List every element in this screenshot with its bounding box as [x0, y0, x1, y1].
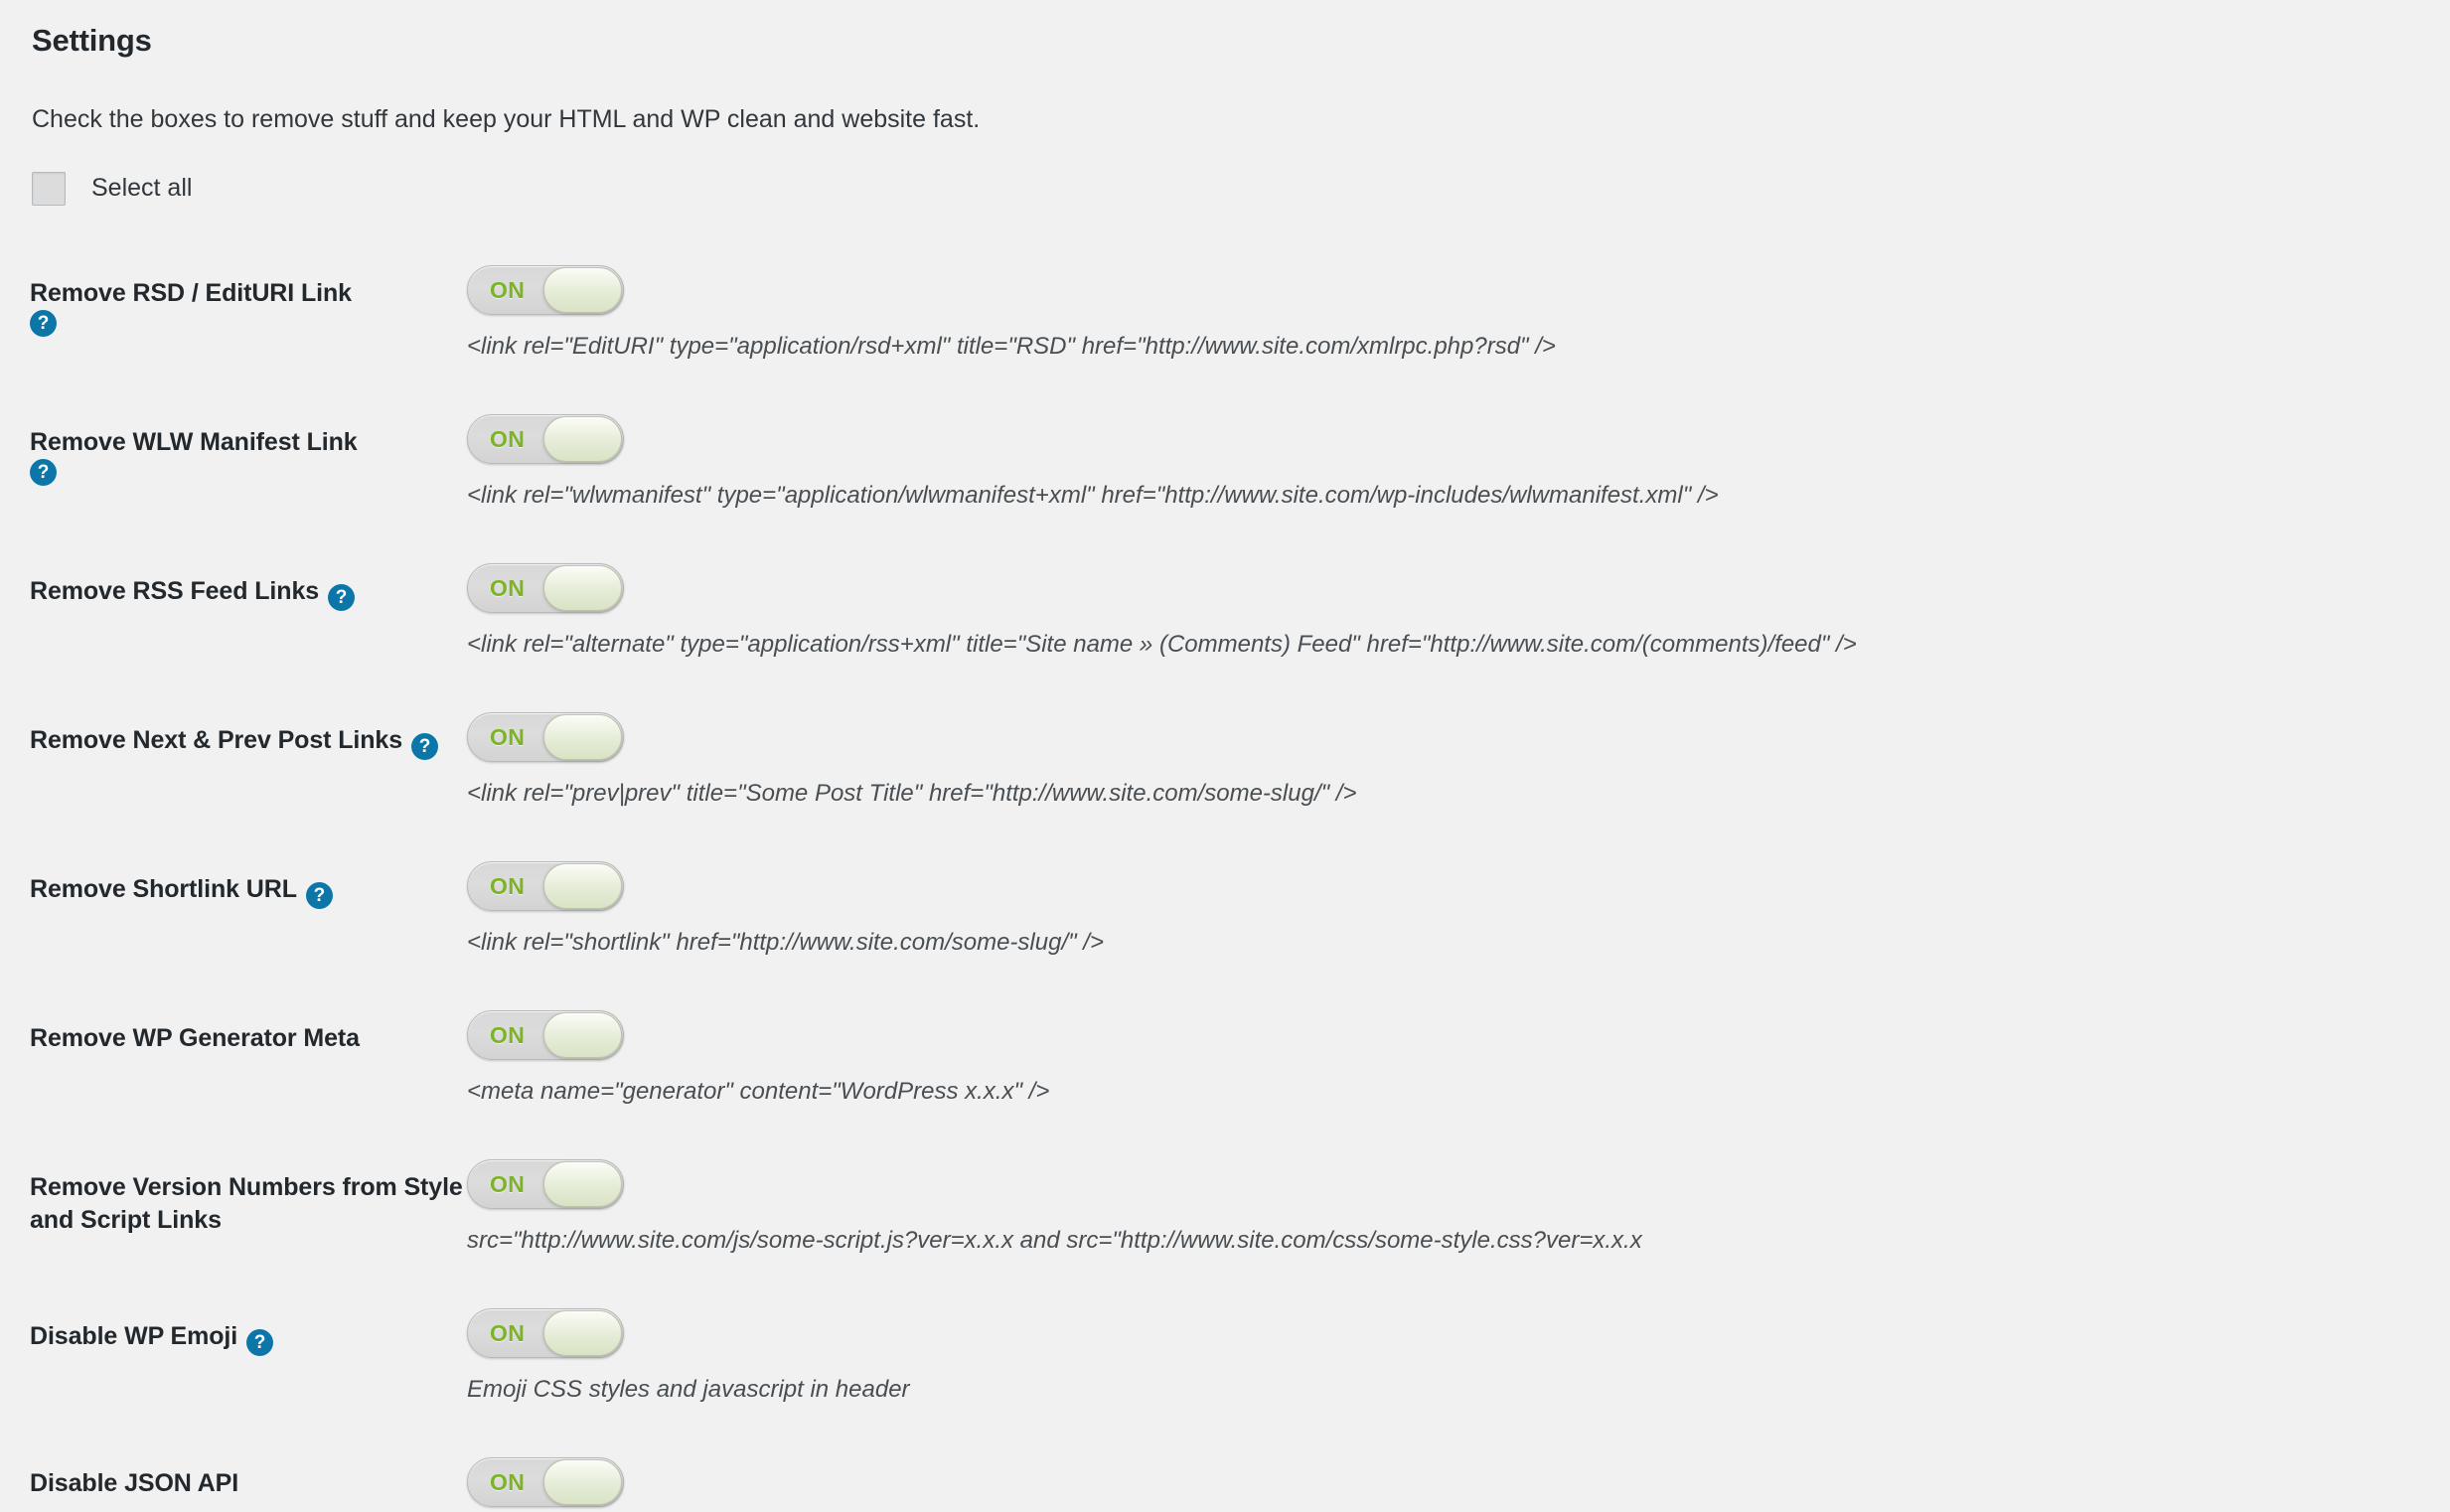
setting-label-column: Remove Next & Prev Post Links? [30, 702, 467, 760]
select-all-row[interactable]: Select all [32, 171, 2450, 206]
toggle-knob[interactable] [543, 415, 622, 462]
setting-label: Remove Shortlink URL [30, 874, 297, 903]
toggle-knob[interactable] [543, 1458, 622, 1505]
toggle-state-label: ON [490, 276, 526, 303]
help-icon[interactable]: ? [30, 459, 57, 487]
setting-row-remove-wlw-manifest-link: Remove WLW Manifest Link ? ON <link rel=… [30, 404, 2450, 553]
setting-description: <link rel="shortlink" href="http://www.s… [467, 928, 1104, 956]
setting-control-column: ON <link rel="EditURI" type="application… [467, 255, 2450, 362]
help-icon[interactable]: ? [411, 732, 439, 760]
toggle-knob[interactable] [543, 564, 622, 611]
toggle-disable-wp-emoji[interactable]: ON [467, 1307, 624, 1358]
help-icon[interactable]: ? [246, 1328, 274, 1356]
toggle-disable-json-api[interactable]: ON [467, 1456, 624, 1507]
setting-label: Remove WLW Manifest Link [30, 427, 358, 456]
setting-label-column: Disable WP Emoji? [30, 1298, 467, 1356]
toggle-remove-version-numbers[interactable]: ON [467, 1158, 624, 1209]
toggle-knob[interactable] [543, 862, 622, 909]
toggle-remove-shortlink-url[interactable]: ON [467, 860, 624, 911]
toggle-knob[interactable] [543, 1160, 622, 1207]
page-intro-text: Check the boxes to remove stuff and keep… [32, 105, 981, 134]
help-icon[interactable]: ? [305, 881, 333, 909]
toggle-remove-rsd-editri-link[interactable]: ON [467, 264, 624, 315]
toggle-remove-rss-feed-links[interactable]: ON [467, 562, 624, 613]
setting-row-remove-next-prev-post-links: Remove Next & Prev Post Links? ON <link … [30, 702, 2450, 851]
setting-label: Remove RSS Feed Links [30, 576, 320, 605]
toggle-state-label: ON [490, 1468, 526, 1495]
setting-control-column: ON <link rel="alternate" type="applicati… [467, 553, 2450, 660]
setting-control-column: ON Emoji CSS styles and javascript in he… [467, 1298, 2450, 1405]
setting-row-disable-wp-emoji: Disable WP Emoji? ON Emoji CSS styles an… [30, 1298, 2450, 1447]
setting-label-column: Remove WP Generator Meta [30, 1000, 467, 1056]
setting-control-column: ON <link rel="shortlink" href="http://ww… [467, 851, 2450, 958]
setting-description: <link rel="EditURI" type="application/rs… [467, 332, 1556, 360]
toggle-remove-next-prev-post-links[interactable]: ON [467, 711, 624, 762]
toggle-remove-wp-generator-meta[interactable]: ON [467, 1009, 624, 1060]
setting-row-disable-json-api: Disable JSON API ON [30, 1447, 2450, 1507]
toggle-remove-wlw-manifest-link[interactable]: ON [467, 413, 624, 464]
setting-row-remove-wp-generator-meta: Remove WP Generator Meta ON <meta name="… [30, 1000, 2450, 1149]
setting-control-column: ON <link rel="prev|prev" title="Some Pos… [467, 702, 2450, 809]
setting-label-column: Remove Shortlink URL? [30, 851, 467, 909]
setting-control-column: ON src="http://www.site.com/js/some-scri… [467, 1149, 2450, 1256]
toggle-state-label: ON [490, 574, 526, 601]
setting-control-column: ON <meta name="generator" content="WordP… [467, 1000, 2450, 1107]
toggle-state-label: ON [490, 723, 526, 750]
setting-control-column: ON <link rel="wlwmanifest" type="applica… [467, 404, 2450, 511]
setting-label-column: Remove WLW Manifest Link ? [30, 404, 467, 487]
setting-description: <link rel="prev|prev" title="Some Post T… [467, 779, 1357, 807]
setting-label: Remove Version Numbers from Style and Sc… [30, 1172, 463, 1235]
page-title: Settings [32, 23, 152, 58]
setting-label-column: Remove RSD / EditURI Link ? [30, 255, 467, 338]
setting-description: src="http://www.site.com/js/some-script.… [467, 1226, 1642, 1254]
toggle-knob[interactable] [543, 266, 622, 313]
setting-label: Disable JSON API [30, 1468, 239, 1497]
toggle-knob[interactable] [543, 1011, 622, 1058]
settings-page: Settings Check the boxes to remove stuff… [0, 0, 2450, 1512]
select-all-checkbox[interactable] [32, 171, 66, 206]
settings-list: Remove RSD / EditURI Link ? ON <link rel… [30, 255, 2450, 1507]
setting-label-column: Remove RSS Feed Links? [30, 553, 467, 611]
toggle-knob[interactable] [543, 1309, 622, 1356]
toggle-knob[interactable] [543, 713, 622, 760]
select-all-label: Select all [91, 174, 193, 203]
setting-label: Remove WP Generator Meta [30, 1023, 360, 1052]
setting-row-remove-version-numbers: Remove Version Numbers from Style and Sc… [30, 1149, 2450, 1298]
help-icon[interactable]: ? [328, 583, 356, 611]
setting-label: Disable WP Emoji [30, 1321, 238, 1350]
setting-control-column: ON [467, 1447, 2450, 1507]
help-icon[interactable]: ? [30, 310, 57, 338]
toggle-state-label: ON [490, 1319, 526, 1346]
toggle-state-label: ON [490, 1170, 526, 1197]
setting-label: Remove Next & Prev Post Links [30, 725, 403, 754]
setting-row-remove-rsd-editri-link: Remove RSD / EditURI Link ? ON <link rel… [30, 255, 2450, 404]
setting-label-column: Remove Version Numbers from Style and Sc… [30, 1149, 467, 1238]
setting-label: Remove RSD / EditURI Link [30, 278, 352, 307]
toggle-state-label: ON [490, 872, 526, 899]
setting-label-column: Disable JSON API [30, 1447, 467, 1501]
setting-row-remove-shortlink-url: Remove Shortlink URL? ON <link rel="shor… [30, 851, 2450, 1000]
setting-description: <meta name="generator" content="WordPres… [467, 1077, 1050, 1105]
setting-description: <link rel="wlwmanifest" type="applicatio… [467, 481, 1719, 509]
setting-description: <link rel="alternate" type="application/… [467, 630, 1857, 658]
setting-row-remove-rss-feed-links: Remove RSS Feed Links? ON <link rel="alt… [30, 553, 2450, 702]
toggle-state-label: ON [490, 425, 526, 452]
setting-description: Emoji CSS styles and javascript in heade… [467, 1375, 910, 1403]
toggle-state-label: ON [490, 1021, 526, 1048]
